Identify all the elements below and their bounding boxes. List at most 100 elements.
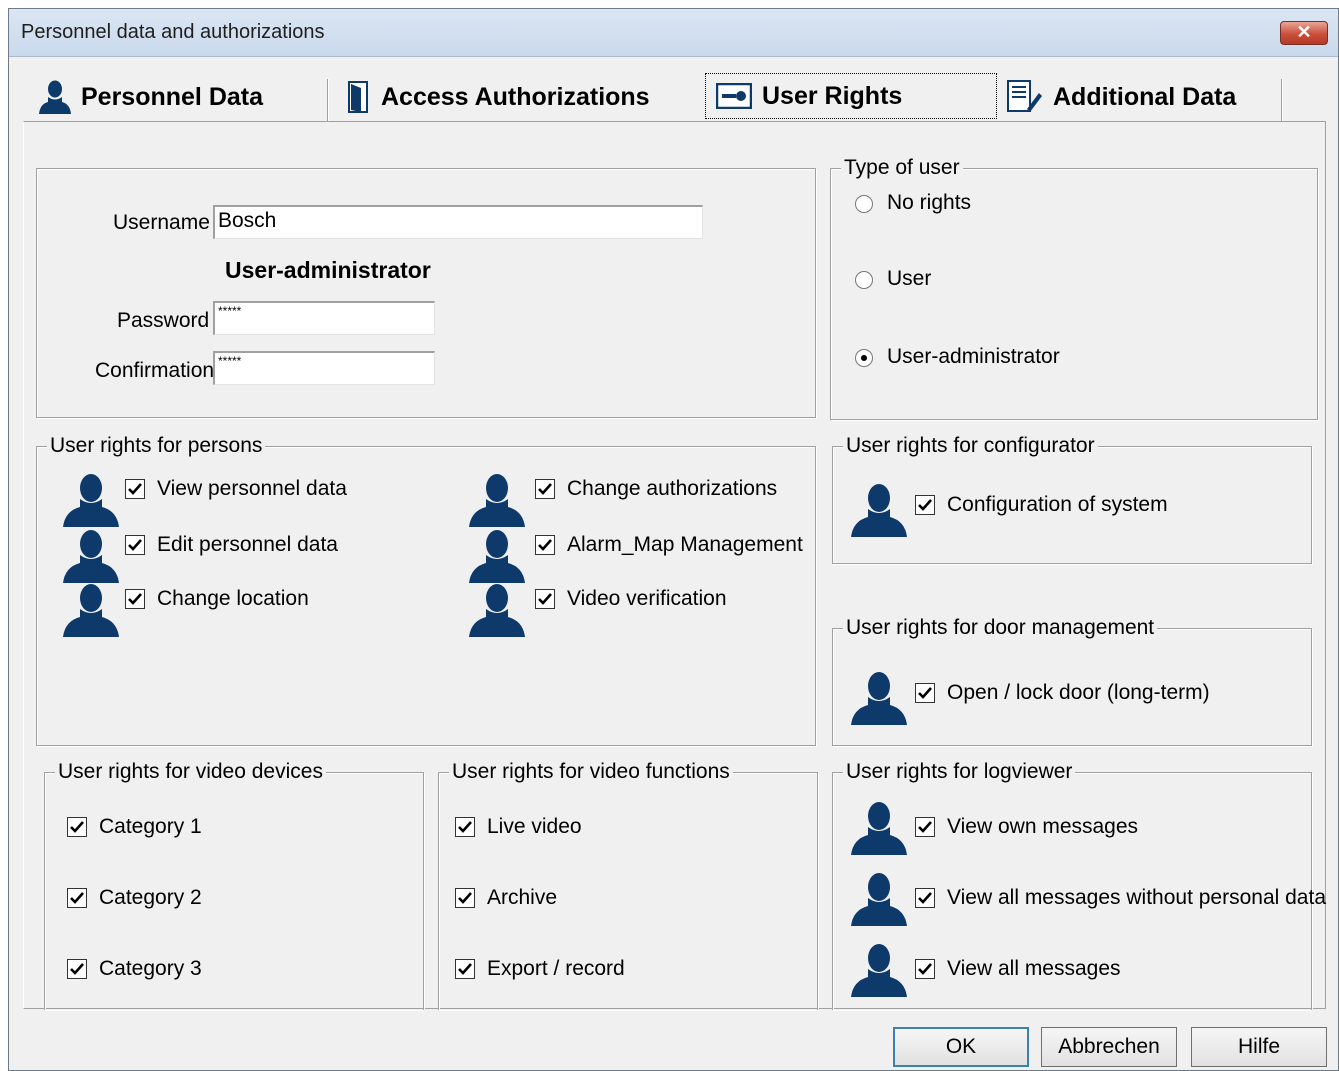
check-mark-icon xyxy=(537,537,553,553)
checkbox-label: Video verification xyxy=(567,587,727,610)
checkbox-category-2[interactable] xyxy=(67,888,87,908)
tab-access-authorizations[interactable]: Access Authorizations xyxy=(347,75,650,119)
tab-label: Access Authorizations xyxy=(381,82,650,111)
checkbox-configuration-of-system[interactable] xyxy=(915,495,935,515)
check-mark-icon xyxy=(69,961,85,977)
checkbox-alarm-map-management[interactable] xyxy=(535,535,555,555)
person-icon xyxy=(63,527,119,583)
person-icon xyxy=(851,870,907,926)
checkbox-view-all-messages[interactable] xyxy=(915,959,935,979)
person-icon xyxy=(63,581,119,637)
cancel-button[interactable]: Abbrechen xyxy=(1041,1027,1177,1067)
check-mark-icon xyxy=(917,685,933,701)
checkbox-label: View all messages without personal data xyxy=(947,886,1326,909)
logviewer-group: User rights for logviewer View own messa… xyxy=(832,759,1326,1010)
door-icon xyxy=(348,81,368,113)
tab-user-rights[interactable]: User Rights xyxy=(705,73,997,119)
group-legend: User rights for configurator xyxy=(843,433,1098,459)
checkbox-label: Archive xyxy=(487,886,558,909)
checkbox-label: Open / lock door (long-term) xyxy=(947,681,1210,704)
group-legend: User rights for persons xyxy=(47,433,266,459)
checkbox-view-own-messages[interactable] xyxy=(915,817,935,837)
radio-label: User xyxy=(887,267,932,290)
checkbox-category-1[interactable] xyxy=(67,817,87,837)
checkbox-export-record[interactable] xyxy=(455,959,475,979)
radio-user[interactable] xyxy=(855,271,873,289)
username-label: Username xyxy=(113,211,210,234)
check-mark-icon xyxy=(537,481,553,497)
document-icon xyxy=(1007,80,1042,112)
help-button[interactable]: Hilfe xyxy=(1191,1027,1327,1067)
check-mark-icon xyxy=(127,591,143,607)
password-label: Password xyxy=(117,309,210,332)
check-mark-icon xyxy=(457,890,473,906)
checkbox-label: View personnel data xyxy=(157,477,347,500)
check-mark-icon xyxy=(917,890,933,906)
checkbox-label: Category 1 xyxy=(99,815,202,838)
person-icon xyxy=(469,471,525,527)
checkbox-view-personnel-data[interactable] xyxy=(125,479,145,499)
check-mark-icon xyxy=(537,591,553,607)
check-mark-icon xyxy=(127,481,143,497)
tab-label: Personnel Data xyxy=(81,82,264,111)
checkbox-label: Category 3 xyxy=(99,957,202,980)
window-title: Personnel data and authorizations xyxy=(21,21,325,43)
persons-rights-group: User rights for persons View personnel d… xyxy=(36,433,816,746)
person-icon xyxy=(469,581,525,637)
radio-label: User-administrator xyxy=(887,345,1060,368)
checkbox-label: Category 2 xyxy=(99,886,202,909)
radio-label: No rights xyxy=(887,191,972,214)
check-mark-icon xyxy=(69,819,85,835)
person-icon xyxy=(63,471,119,527)
check-mark-icon xyxy=(917,497,933,513)
tab-divider xyxy=(327,79,329,121)
person-icon xyxy=(851,669,907,725)
radio-no-rights[interactable] xyxy=(855,195,873,213)
tab-label: Additional Data xyxy=(1053,82,1237,111)
person-icon xyxy=(851,941,907,997)
dialog-window: Personnel data and authorizations ✕ Pers… xyxy=(8,8,1339,1071)
person-icon xyxy=(39,80,71,114)
confirmation-input[interactable]: ***** xyxy=(213,351,435,385)
checkbox-video-verification[interactable] xyxy=(535,589,555,609)
username-input[interactable]: Bosch xyxy=(213,205,703,239)
tab-additional-data[interactable]: Additional Data xyxy=(1005,75,1236,119)
check-mark-icon xyxy=(917,961,933,977)
password-input[interactable]: ***** xyxy=(213,301,435,335)
checkbox-edit-personnel-data[interactable] xyxy=(125,535,145,555)
checkbox-open-lock-door[interactable] xyxy=(915,683,935,703)
check-mark-icon xyxy=(457,961,473,977)
video-devices-group: User rights for video devices Category 1… xyxy=(44,759,424,1010)
checkbox-change-authorizations[interactable] xyxy=(535,479,555,499)
check-mark-icon xyxy=(917,819,933,835)
tab-divider xyxy=(1281,79,1283,121)
checkbox-label: Configuration of system xyxy=(947,493,1168,516)
checkbox-label: Export / record xyxy=(487,957,625,980)
checkbox-view-all-messages-without-personal-data[interactable] xyxy=(915,888,935,908)
role-heading: User-administrator xyxy=(225,257,431,283)
group-legend: User rights for video functions xyxy=(449,759,733,785)
checkbox-label: View all messages xyxy=(947,957,1121,980)
checkbox-category-3[interactable] xyxy=(67,959,87,979)
person-icon xyxy=(851,799,907,855)
tab-label: User Rights xyxy=(762,81,903,110)
checkbox-label: Change location xyxy=(157,587,309,610)
check-mark-icon xyxy=(69,890,85,906)
checkbox-archive[interactable] xyxy=(455,888,475,908)
group-legend: User rights for logviewer xyxy=(843,759,1076,785)
checkbox-label: Change authorizations xyxy=(567,477,778,500)
tab-personnel-data[interactable]: Personnel Data xyxy=(39,75,263,119)
group-legend: User rights for door management xyxy=(843,615,1158,641)
user-rights-page: Username Bosch User-administrator Passwo… xyxy=(23,121,1326,1010)
ok-button[interactable]: OK xyxy=(893,1027,1029,1067)
person-icon xyxy=(469,527,525,583)
checkbox-change-location[interactable] xyxy=(125,589,145,609)
confirmation-label: Confirmation xyxy=(95,359,215,382)
close-button[interactable]: ✕ xyxy=(1280,21,1328,45)
radio-user-administrator[interactable] xyxy=(855,349,873,367)
check-mark-icon xyxy=(457,819,473,835)
checkbox-label: Alarm_Map Management xyxy=(567,533,803,556)
checkbox-live-video[interactable] xyxy=(455,817,475,837)
checkbox-label: Live video xyxy=(487,815,582,838)
group-legend: User rights for video devices xyxy=(55,759,326,785)
